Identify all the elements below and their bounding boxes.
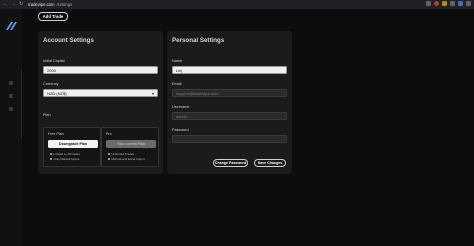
username-input[interactable]: admin: [172, 112, 287, 120]
currency-select[interactable]: NZD (NZ$) ▾: [43, 89, 158, 97]
current-plan-button: Your current Plan: [106, 140, 156, 148]
extension-icon[interactable]: [426, 1, 431, 6]
nav-icon[interactable]: [9, 94, 13, 98]
email-label: Email: [172, 82, 182, 86]
password-label: Password: [172, 128, 189, 132]
extension-icon[interactable]: [442, 1, 447, 6]
initial-capital-label: Initial Capital: [43, 59, 65, 63]
pro-plan-name: Pro: [106, 132, 112, 136]
plan-feature: Manual and Excel Import: [108, 157, 145, 161]
settings-icon[interactable]: [9, 107, 13, 111]
address-bar[interactable]: tradevipe.com/settings: [28, 0, 72, 9]
browser-nav: ← → ↻: [3, 0, 23, 9]
app-root: ← → ↻ tradevipe.com/settings Add Trade A…: [0, 0, 474, 246]
bullet-icon: [50, 153, 52, 155]
logo-icon[interactable]: [4, 19, 18, 33]
account-settings-title: Account Settings: [43, 37, 94, 44]
currency-label: Currency: [43, 82, 59, 86]
plan-feature: Limited to 10 trades: [50, 152, 80, 156]
personal-settings-card: Personal Settings Name Lin| Email suppor…: [167, 31, 292, 174]
bullet-icon: [50, 158, 52, 160]
plan-feature: Unlimited Trades: [108, 152, 134, 156]
browser-bar: ← → ↻ tradevipe.com/settings: [0, 0, 474, 9]
password-input[interactable]: [172, 135, 287, 143]
pro-plan-card: Pro Your current Plan Unlimited Trades M…: [101, 127, 159, 167]
add-trade-button[interactable]: Add Trade: [38, 12, 68, 21]
forward-icon[interactable]: →: [11, 0, 16, 9]
plan-feature: Only Manual Inputs: [50, 157, 79, 161]
save-changes-button[interactable]: Save Changes: [254, 159, 286, 167]
bullet-icon: [108, 158, 110, 160]
name-label: Name: [172, 59, 183, 63]
sidebar: [0, 9, 22, 246]
back-icon[interactable]: ←: [3, 0, 8, 9]
initial-capital-input[interactable]: 2000: [43, 66, 158, 74]
nav-icon[interactable]: [9, 81, 13, 85]
chevron-down-icon: ▾: [151, 91, 154, 96]
url-path: /settings: [56, 2, 73, 7]
email-input[interactable]: support@tradevipe.com: [172, 89, 287, 97]
bullet-icon: [108, 153, 110, 155]
extension-icon[interactable]: [450, 1, 455, 6]
extension-icon[interactable]: [434, 1, 439, 6]
menu-icon[interactable]: [466, 1, 471, 6]
downgrade-plan-button[interactable]: Downgrade Plan: [48, 140, 98, 148]
sidebar-divider: [21, 69, 22, 139]
browser-extension-icons: [426, 1, 471, 6]
reload-icon[interactable]: ↻: [19, 0, 23, 9]
change-password-button[interactable]: Change Password: [213, 159, 248, 167]
url-host: tradevipe.com: [28, 2, 55, 7]
username-label: Username: [172, 105, 190, 109]
plan-label: Plan: [43, 113, 51, 117]
profile-icon[interactable]: [458, 1, 463, 6]
free-plan-card: Free Plan Downgrade Plan Limited to 10 t…: [43, 127, 101, 167]
currency-value: NZD (NZ$): [47, 91, 67, 96]
personal-settings-title: Personal Settings: [172, 37, 225, 44]
free-plan-name: Free Plan: [48, 132, 64, 136]
name-input[interactable]: Lin|: [172, 66, 287, 74]
